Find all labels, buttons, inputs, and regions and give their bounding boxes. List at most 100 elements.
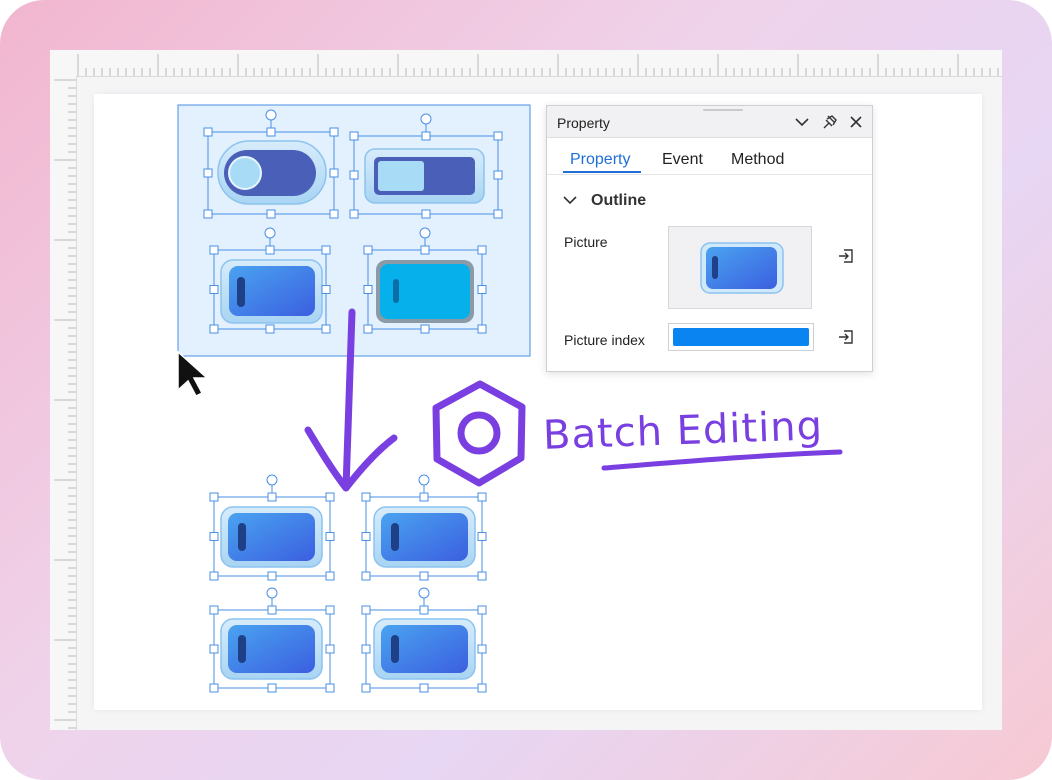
resize-handle[interactable] (477, 644, 487, 654)
resize-handle[interactable] (321, 324, 331, 334)
resize-handle[interactable] (267, 683, 277, 693)
resize-handle[interactable] (477, 492, 487, 502)
toggle-switch-widget[interactable] (217, 140, 327, 205)
slider-switch-widget[interactable] (364, 148, 485, 204)
resize-handle[interactable] (325, 571, 335, 581)
resize-handle[interactable] (325, 605, 335, 615)
resize-handle[interactable] (265, 324, 275, 334)
resize-handle[interactable] (420, 245, 430, 255)
panel-drag-handle[interactable] (703, 109, 743, 111)
chevron-down-icon[interactable] (792, 112, 812, 132)
resize-handle[interactable] (266, 127, 276, 137)
rotate-handle[interactable] (418, 474, 430, 486)
resize-handle[interactable] (266, 209, 276, 219)
picture-index-fill (673, 328, 809, 346)
resize-handle[interactable] (361, 571, 371, 581)
picture-index-field[interactable] (668, 323, 814, 351)
resize-handle[interactable] (209, 532, 219, 541)
resize-handle[interactable] (421, 131, 431, 141)
resize-handle[interactable] (349, 131, 359, 141)
resize-handle[interactable] (493, 131, 503, 141)
resize-handle[interactable] (477, 245, 487, 255)
resize-handle[interactable] (421, 209, 431, 219)
resize-handle[interactable] (419, 683, 429, 693)
resize-handle[interactable] (361, 492, 371, 502)
rotate-handle[interactable] (418, 587, 430, 599)
resize-handle[interactable] (329, 168, 339, 178)
resize-handle[interactable] (209, 683, 219, 693)
resize-handle[interactable] (209, 324, 219, 334)
resize-handle[interactable] (209, 492, 219, 502)
import-icon[interactable] (837, 247, 855, 265)
picture-index-label: Picture index (564, 332, 645, 348)
import-index-icon[interactable] (837, 328, 855, 346)
rotate-handle[interactable] (264, 227, 276, 239)
resize-handle[interactable] (419, 492, 429, 502)
resize-handle[interactable] (203, 168, 213, 178)
resize-handle[interactable] (325, 683, 335, 693)
tab-event[interactable]: Event (662, 151, 703, 169)
rocker-switch-copy[interactable] (220, 506, 323, 568)
resize-handle[interactable] (477, 285, 487, 294)
resize-handle[interactable] (209, 571, 219, 581)
rocker-switch-widget[interactable] (220, 259, 323, 324)
pin-icon[interactable] (820, 112, 840, 132)
active-tab-indicator (563, 171, 641, 173)
resize-handle[interactable] (361, 644, 371, 654)
resize-handle[interactable] (361, 532, 371, 541)
rocker-switch-copy[interactable] (220, 618, 323, 680)
resize-handle[interactable] (363, 324, 373, 334)
rotate-handle[interactable] (266, 474, 278, 486)
panel-title: Property (557, 115, 610, 131)
resize-handle[interactable] (209, 245, 219, 255)
resize-handle[interactable] (361, 683, 371, 693)
resize-handle[interactable] (419, 605, 429, 615)
resize-handle[interactable] (203, 209, 213, 219)
resize-handle[interactable] (419, 571, 429, 581)
rocker-switch-copy[interactable] (373, 506, 476, 568)
resize-handle[interactable] (420, 324, 430, 334)
collapse-chevron-icon[interactable] (561, 191, 579, 209)
picture-thumbnail (700, 242, 784, 294)
resize-handle[interactable] (349, 170, 359, 180)
resize-handle[interactable] (265, 245, 275, 255)
resize-handle[interactable] (477, 605, 487, 615)
tab-method[interactable]: Method (731, 151, 784, 169)
resize-handle[interactable] (321, 245, 331, 255)
resize-handle[interactable] (267, 605, 277, 615)
resize-handle[interactable] (477, 324, 487, 334)
resize-handle[interactable] (209, 605, 219, 615)
resize-handle[interactable] (329, 127, 339, 137)
rocker-switch-copy[interactable] (373, 618, 476, 680)
resize-handle[interactable] (363, 285, 373, 294)
resize-handle[interactable] (209, 285, 219, 294)
resize-handle[interactable] (325, 492, 335, 502)
resize-handle[interactable] (363, 245, 373, 255)
rotate-handle[interactable] (265, 109, 277, 121)
resize-handle[interactable] (209, 644, 219, 654)
resize-handle[interactable] (477, 571, 487, 581)
resize-handle[interactable] (329, 209, 339, 219)
resize-handle[interactable] (325, 644, 335, 654)
picture-label: Picture (564, 234, 608, 250)
resize-handle[interactable] (349, 209, 359, 219)
picture-preview[interactable] (668, 226, 812, 309)
panel-header: Property (547, 106, 872, 138)
resize-handle[interactable] (325, 532, 335, 541)
resize-handle[interactable] (267, 571, 277, 581)
resize-handle[interactable] (493, 170, 503, 180)
rotate-handle[interactable] (420, 113, 432, 125)
resize-handle[interactable] (321, 285, 331, 294)
resize-handle[interactable] (361, 605, 371, 615)
resize-handle[interactable] (493, 209, 503, 219)
resize-handle[interactable] (267, 492, 277, 502)
resize-handle[interactable] (477, 683, 487, 693)
resize-handle[interactable] (203, 127, 213, 137)
close-icon[interactable] (846, 112, 866, 132)
hex-nut-icon (432, 380, 526, 487)
resize-handle[interactable] (477, 532, 487, 541)
rotate-handle[interactable] (419, 227, 431, 239)
cyan-rocker-switch-widget[interactable] (376, 260, 474, 323)
rotate-handle[interactable] (266, 587, 278, 599)
tab-property[interactable]: Property (570, 151, 630, 169)
